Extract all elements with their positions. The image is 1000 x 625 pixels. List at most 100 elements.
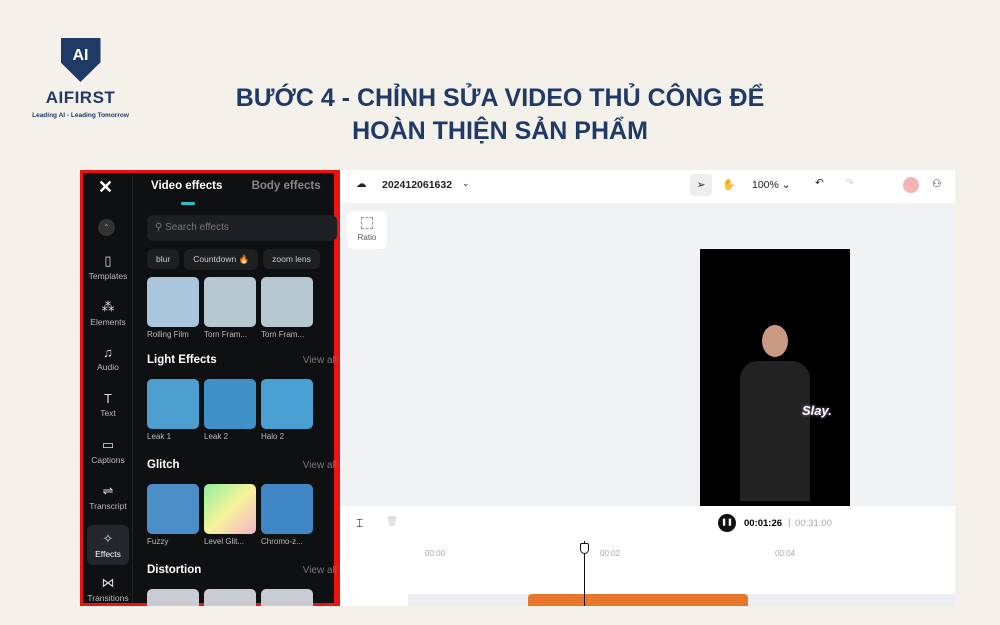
sidebar-item-label: Text — [100, 408, 116, 418]
effect-label: Chromo-z... — [261, 537, 303, 546]
template-icon: ▯ — [104, 253, 112, 268]
captions-icon: ▭ — [101, 437, 115, 452]
zoom-value: 100% — [752, 179, 779, 191]
add-user-icon[interactable]: ⚇ — [932, 178, 941, 190]
chip-zoom-lens[interactable]: zoom lens — [263, 249, 320, 269]
elements-icon: ⁂ — [101, 299, 115, 314]
split-icon[interactable]: ⌶ — [356, 516, 363, 531]
capcut-logo-icon: ✕ — [98, 177, 114, 197]
page-title: BƯỚC 4 - CHỈNH SỬA VIDEO THỦ CÔNG ĐỂ HOÀ… — [150, 82, 850, 148]
sidebar-item-label: Audio — [97, 362, 119, 372]
avatar[interactable] — [903, 177, 919, 193]
hand-tool-icon[interactable]: ✋ — [722, 178, 735, 191]
sidebar-item-elements[interactable]: ⁂ Elements — [83, 299, 133, 327]
sidebar-item-transitions[interactable]: ⋈ Transitions — [83, 575, 133, 603]
section-title: Light Effects — [147, 354, 217, 366]
section-distortion: Distortion View all — [147, 564, 337, 576]
effects-row-top: Rolling Film Torn Fram... Torn Fram... — [147, 277, 318, 339]
effect-label: Leak 2 — [204, 432, 229, 441]
time-separator: | — [788, 517, 791, 528]
sidebar-item-label: Transcript — [89, 501, 127, 511]
effects-sidebar: ✕ ⌃ ▯ Templates ⁂ Elements ♫ Audio T Text ▭ Capti… — [80, 170, 340, 606]
collapse-button[interactable]: ⌃ — [98, 219, 115, 236]
effect-thumb[interactable] — [147, 589, 199, 606]
video-preview[interactable]: Slay. — [700, 249, 850, 506]
transitions-icon: ⋈ — [101, 575, 115, 590]
chip-countdown[interactable]: Countdown 🔥 — [184, 249, 259, 270]
sidebar-item-label: Captions — [91, 455, 125, 465]
canvas-area: Ratio Slay. — [340, 203, 955, 506]
chip-blur[interactable]: blur — [147, 249, 180, 269]
title-line-1: BƯỚC 4 - CHỈNH SỬA VIDEO THỦ CÔNG ĐỂ — [235, 84, 765, 112]
sidebar-item-captions[interactable]: ▭ Captions — [83, 437, 133, 465]
sidebar-item-transcript[interactable]: ⇌ Transcript — [83, 483, 133, 511]
top-toolbar: ☁ 202412061632 ⌄ ➢ ✋ 100% ⌄ ↶ ↷ ⚇ — [340, 170, 955, 203]
effect-label: Torn Fram... — [261, 330, 305, 339]
redo-icon[interactable]: ↷ — [845, 177, 854, 189]
ratio-icon — [361, 217, 373, 229]
total-time: 00:31:00 — [795, 518, 832, 529]
effects-icon: ✧ — [102, 531, 114, 546]
search-input[interactable]: ⚲ Search effects — [147, 215, 337, 241]
sidebar-item-templates[interactable]: ▯ Templates — [83, 253, 133, 281]
effect-label: Level Glit... — [204, 537, 245, 546]
view-all-link[interactable]: View all — [303, 565, 337, 576]
effect-thumb[interactable] — [204, 589, 256, 606]
brand-name: AIFIRST — [45, 88, 116, 107]
ratio-button[interactable]: Ratio — [347, 211, 387, 249]
effect-label: Torn Fram... — [204, 330, 248, 339]
sidebar-item-effects[interactable]: ✧ Effects — [87, 525, 129, 565]
effect-thumb[interactable]: Fuzzy — [147, 484, 199, 546]
sidebar-item-text[interactable]: T Text — [83, 391, 133, 418]
chevron-down-icon[interactable]: ⌄ — [462, 178, 470, 189]
effect-thumb[interactable]: Halo 2 — [261, 379, 313, 441]
playhead-handle[interactable] — [580, 543, 589, 554]
effects-row: Fuzzy Level Glit... Chromo-z... — [147, 484, 318, 546]
section-title: Glitch — [147, 459, 180, 471]
sidebar-item-label: Elements — [90, 317, 126, 327]
capcut-screenshot: ✕ ⌃ ▯ Templates ⁂ Elements ♫ Audio T Text ▭ Capti… — [80, 170, 955, 606]
effect-thumb[interactable]: Torn Fram... — [204, 277, 256, 339]
effect-thumb[interactable]: Leak 1 — [147, 379, 199, 441]
effect-thumb[interactable]: Level Glit... — [204, 484, 256, 546]
video-clip[interactable] — [528, 594, 748, 606]
effect-label: Leak 1 — [147, 432, 172, 441]
sidebar-item-label: Templates — [88, 271, 128, 281]
select-tool-icon[interactable]: ➢ — [690, 174, 712, 196]
brand-tagline: Leading AI - Leading Tomorrow — [32, 112, 129, 119]
effect-thumb[interactable]: Rolling Film — [147, 277, 199, 339]
zoom-select[interactable]: 100% ⌄ — [752, 179, 791, 191]
section-light-effects: Light Effects View all — [147, 354, 337, 366]
title-line-2: HOÀN THIỆN SẢN PHẨM — [352, 117, 648, 145]
active-tab-indicator — [181, 202, 195, 205]
effect-thumb[interactable] — [261, 589, 313, 606]
tick-label: 00:02 — [600, 549, 621, 558]
sidebar-item-label: Effects — [95, 549, 121, 559]
effects-panel: Video effects Body effects ⚲ Search effe… — [145, 173, 337, 606]
section-title: Distortion — [147, 564, 202, 576]
project-name[interactable]: 202412061632 — [382, 179, 452, 191]
ratio-label: Ratio — [357, 233, 377, 242]
effect-thumb[interactable]: Leak 2 — [204, 379, 256, 441]
view-all-link[interactable]: View all — [303, 460, 337, 471]
undo-icon[interactable]: ↶ — [815, 177, 824, 189]
effect-thumb[interactable]: Torn Fram... — [261, 277, 313, 339]
tab-body-effects[interactable]: Body effects — [252, 180, 321, 192]
search-icon: ⚲ — [155, 222, 166, 233]
nav-rail: ✕ ⌃ ▯ Templates ⁂ Elements ♫ Audio T Text ▭ Capti… — [83, 173, 133, 603]
effects-row: Leak 1 Leak 2 Halo 2 — [147, 379, 318, 441]
sidebar-item-audio[interactable]: ♫ Audio — [83, 345, 133, 372]
pause-button[interactable]: ❚❚ — [718, 514, 736, 532]
editor-area: ☁ 202412061632 ⌄ ➢ ✋ 100% ⌄ ↶ ↷ ⚇ Ratio … — [340, 170, 955, 606]
tab-video-effects[interactable]: Video effects — [151, 180, 222, 192]
view-all-link[interactable]: View all — [303, 355, 337, 366]
timeline[interactable]: 00:00 00:02 00:04 — [340, 541, 955, 606]
transcript-icon: ⇌ — [102, 483, 114, 498]
effect-thumb[interactable]: Chromo-z... — [261, 484, 313, 546]
section-glitch: Glitch View all — [147, 459, 337, 471]
delete-icon[interactable]: 🗑 — [386, 516, 398, 527]
effects-row — [147, 589, 318, 606]
text-icon: T — [104, 391, 112, 406]
sticker-text: Slay. — [802, 403, 832, 418]
tick-label: 00:00 — [425, 549, 446, 558]
